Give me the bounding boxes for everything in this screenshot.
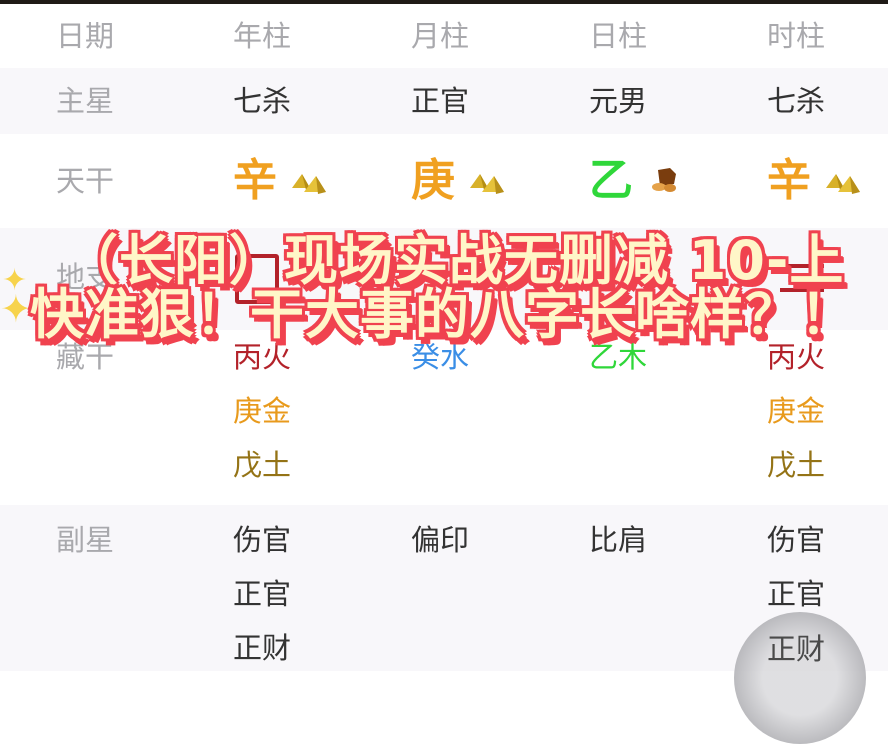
sub-star-item: 正财 [767,632,826,666]
sub-stars-hour: 伤官 正官 [767,513,825,621]
hidden-stems-month: 癸水 [411,330,469,384]
sub-stars-month: 偏印 [411,513,469,567]
stem-hour[interactable]: 辛 [767,151,811,211]
sub-star-item: 比肩 [589,523,648,557]
header-row: 日期 年柱 月柱 日柱 时柱 [0,4,888,68]
main-star-row: 主星 七杀 正官 元男 七杀 [0,68,888,134]
sub-stars-year: 伤官 正官 正财 [233,513,291,675]
hidden-stem-item: 丙火 [233,340,292,374]
branch-year-glyph [235,254,279,304]
hidden-stem-item: 戊土 [767,448,826,482]
main-star-month: 正官 [411,84,470,118]
gold-pyramid-icon [292,174,326,194]
hidden-stem-item: 癸水 [411,340,470,374]
branch-hour-glyph [780,264,824,292]
header-day-pillar[interactable]: 日柱 [589,9,647,63]
stem-year[interactable]: 辛 [233,151,277,211]
sub-star-item: 正官 [233,577,292,611]
sub-star-label: 副星 [56,523,115,557]
main-star-hour: 七杀 [767,84,826,118]
hidden-stems-hour: 丙火 庚金 戊土 [767,330,825,492]
sub-star-item: 偏印 [411,523,470,557]
hidden-stems-year: 丙火 庚金 戊土 [233,330,291,492]
header-year-pillar[interactable]: 年柱 [233,9,291,63]
main-star-label: 主星 [56,84,115,118]
hidden-stem-item: 戊土 [233,448,292,482]
hidden-stem-item: 乙木 [589,340,648,374]
hidden-stem-item: 丙火 [767,340,826,374]
wood-log-icon [652,168,676,192]
gold-pyramid-icon [826,174,860,194]
stem-month[interactable]: 庚 [411,151,455,211]
hidden-stem-item: 庚金 [233,394,292,428]
hidden-stem-item: 庚金 [767,394,826,428]
heavenly-stem-label: 天干 [56,164,115,198]
gold-pyramid-icon [470,174,504,194]
header-hour-pillar[interactable]: 时柱 [767,9,825,63]
hidden-stems-day: 乙木 [589,330,647,384]
sub-star-item: 伤官 [767,523,826,557]
stem-day[interactable]: 乙 [589,151,633,211]
header-month-pillar[interactable]: 月柱 [411,9,469,63]
sub-stars-day: 比肩 [589,513,647,567]
hidden-stems-label: 藏干 [56,340,115,374]
sub-star-item: 伤官 [233,523,292,557]
hidden-stems-row: 藏干 丙火 庚金 戊土 癸水 乙木 丙火 庚金 戊土 [0,330,888,505]
main-star-day: 元男 [589,84,648,118]
earthly-branch-label: 地支 [56,260,115,294]
earthly-branch-row: 地支 [0,228,888,330]
main-star-year: 七杀 [233,84,292,118]
header-label-date: 日期 [56,19,115,53]
heavenly-stem-row: 天干 辛 庚 乙 辛 [0,134,888,228]
